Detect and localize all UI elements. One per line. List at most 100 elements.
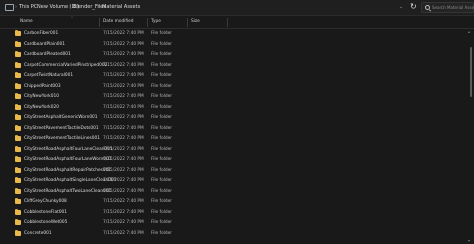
search-input[interactable]: Search Material Assets <box>421 2 474 13</box>
folder-icon <box>15 177 21 183</box>
column-header-date-modified[interactable]: Date modified <box>103 16 133 28</box>
item-name: CityNewYork010 <box>24 94 59 99</box>
item-name: CityStreetRoadAsphaltRepairPatches001 <box>24 167 112 173</box>
list-item[interactable]: CarpetCommercialVariedPinstriped002 7/15/… <box>0 61 468 71</box>
item-date: 7/15/2022 7:40 PM <box>103 209 144 215</box>
item-name: Concrete001 <box>24 230 52 236</box>
folder-icon <box>15 219 21 225</box>
folder-icon <box>15 82 21 89</box>
list-item[interactable]: CityNewYork010 7/15/2022 7:40 PM File fold… <box>0 92 468 102</box>
list-item[interactable]: ChippedPaint003 7/15/2022 7:40 PM File fol… <box>0 82 468 92</box>
list-item[interactable]: CobblestoneFlat001 7/15/2022 7:40 PM File … <box>0 208 468 218</box>
column-divider[interactable] <box>187 18 188 27</box>
folder-icon <box>15 61 21 68</box>
folder-icon <box>15 145 21 152</box>
list-item[interactable]: CarbonFiber001 7/15/2022 7:40 PM File fold… <box>0 29 468 39</box>
list-item[interactable]: CityStreetRoadAsphaltTwoLaneClean001 7/15… <box>0 187 468 197</box>
search-placeholder: Search Material Assets <box>432 5 474 10</box>
item-type: File folder <box>151 62 173 68</box>
item-name: CardboardPleated001 <box>24 52 71 57</box>
item-date: 7/15/2022 7:40 PM <box>103 62 144 68</box>
item-name: CityStreetPavementTactileDots001 <box>24 125 99 131</box>
item-name: CardboardPlain001 <box>24 41 65 47</box>
item-name: CarbonFiber001 <box>24 31 59 36</box>
item-type: File folder <box>151 125 173 131</box>
list-item[interactable]: CliffGreyChunky008 7/15/2022 7:40 PM File … <box>0 197 468 207</box>
item-type: File folder <box>151 209 173 215</box>
list-item[interactable]: CardboardPlain001 7/15/2022 7:40 PM File f… <box>0 40 468 50</box>
item-date: 7/15/2022 7:40 PM <box>103 73 144 78</box>
column-divider[interactable] <box>99 18 100 27</box>
item-type: File folder <box>151 31 173 36</box>
scroll-down-icon[interactable]: ▾ <box>468 238 470 243</box>
list-item[interactable]: Concrete001 7/15/2022 7:40 PM File folder <box>0 229 468 239</box>
item-name: CityStreetPavementTactileLines001 <box>24 136 100 141</box>
folder-icon <box>15 124 21 131</box>
folder-icon <box>15 198 21 204</box>
item-name: CobblestoneFlat001 <box>24 209 68 215</box>
column-divider[interactable] <box>227 18 228 27</box>
breadcrumb-material-assets[interactable]: Material Assets <box>102 2 140 12</box>
sort-caret-icon: ˄ <box>71 16 73 21</box>
item-date: 7/15/2022 7:40 PM <box>103 230 144 236</box>
list-item[interactable]: CardboardPleated001 7/15/2022 7:40 PM File… <box>0 50 468 60</box>
item-date: 7/15/2022 7:40 PM <box>103 52 144 57</box>
item-date: 7/15/2022 7:40 PM <box>103 83 144 89</box>
item-date: 7/15/2022 7:40 PM <box>103 31 144 36</box>
chevron-down-icon[interactable]: ⌄ <box>399 2 403 12</box>
item-name: CarpetCommercialVariedPinstriped002 <box>24 62 108 68</box>
address-bar[interactable]: › This PC › New Volume (D:) › Blender_Fi… <box>0 0 474 16</box>
folder-icon <box>15 72 21 78</box>
item-type: File folder <box>151 52 173 57</box>
folder-icon <box>15 156 21 162</box>
folder-icon <box>15 30 21 36</box>
item-name: CityStreetRoadAsphaltFourLaneClean001 <box>24 146 113 152</box>
chevron-right-icon: › <box>15 4 17 10</box>
chevron-right-icon: › <box>98 4 100 10</box>
column-header-size[interactable]: Size <box>191 16 200 28</box>
folder-icon <box>15 229 21 236</box>
item-type: File folder <box>151 220 173 225</box>
vertical-scrollbar[interactable]: ▴ ▾ <box>468 29 473 243</box>
item-date: 7/15/2022 7:40 PM <box>103 94 144 99</box>
item-date: 7/15/2022 7:40 PM <box>103 146 144 152</box>
item-name: CityStreetRoadAsphaltFourLaneWorn001 <box>24 157 112 162</box>
list-item[interactable]: CarpetTwistNatural001 7/15/2022 7:40 PM Fi… <box>0 71 468 81</box>
list-item[interactable]: CobblestoneWet005 7/15/2022 7:40 PM File f… <box>0 218 468 228</box>
item-date: 7/15/2022 7:40 PM <box>103 220 144 225</box>
list-item[interactable]: CityStreetRoadAsphaltFourLaneWorn001 7/15… <box>0 155 468 165</box>
list-item[interactable]: CityStreetPavementTactileDots001 7/15/202… <box>0 124 468 134</box>
column-header-type[interactable]: Type <box>151 16 161 28</box>
item-type: File folder <box>151 104 173 110</box>
item-date: 7/15/2022 7:40 PM <box>103 178 144 183</box>
item-date: 7/15/2022 7:40 PM <box>103 157 144 162</box>
item-date: 7/15/2022 7:40 PM <box>103 136 144 141</box>
folder-icon <box>15 166 21 173</box>
item-type: File folder <box>151 146 173 152</box>
list-item[interactable]: CityNewYork020 7/15/2022 7:40 PM File fold… <box>0 103 468 113</box>
folder-icon <box>15 114 21 120</box>
item-type: File folder <box>151 41 173 47</box>
folder-icon <box>15 208 21 215</box>
item-name: ChippedPaint003 <box>24 83 61 89</box>
list-item[interactable]: CityStreetRoadAsphaltFourLaneClean001 7/1… <box>0 145 468 155</box>
item-name: CityStreetRoadAsphaltTwoLaneClean001 <box>24 188 112 194</box>
list-item[interactable]: CityStreetPavementTactileLines001 7/15/20… <box>0 134 468 144</box>
item-type: File folder <box>151 94 173 99</box>
list-item[interactable]: CityStreetAsphaltGenericWorn001 7/15/2022… <box>0 113 468 123</box>
column-divider[interactable] <box>147 18 148 27</box>
refresh-icon[interactable]: ↻ <box>410 1 417 13</box>
scroll-up-icon[interactable]: ▴ <box>468 29 470 34</box>
item-date: 7/15/2022 7:40 PM <box>103 125 144 131</box>
list-item[interactable]: CityStreetRoadAsphaltRepairPatches001 7/1… <box>0 166 468 176</box>
column-header-name[interactable]: Name <box>20 16 33 28</box>
item-name: CityNewYork020 <box>24 104 59 110</box>
item-date: 7/15/2022 7:40 PM <box>103 199 144 204</box>
item-name: CliffGreyChunky008 <box>24 199 67 204</box>
item-date: 7/15/2022 7:40 PM <box>103 167 144 173</box>
item-type: File folder <box>151 73 173 78</box>
scrollbar-thumb[interactable] <box>470 47 472 97</box>
item-date: 7/15/2022 7:40 PM <box>103 115 144 120</box>
list-item[interactable]: CityStreetRoadAsphaltSingleLaneClean001 7… <box>0 176 468 186</box>
breadcrumb-blender-files[interactable]: Blender_Files <box>73 2 106 12</box>
